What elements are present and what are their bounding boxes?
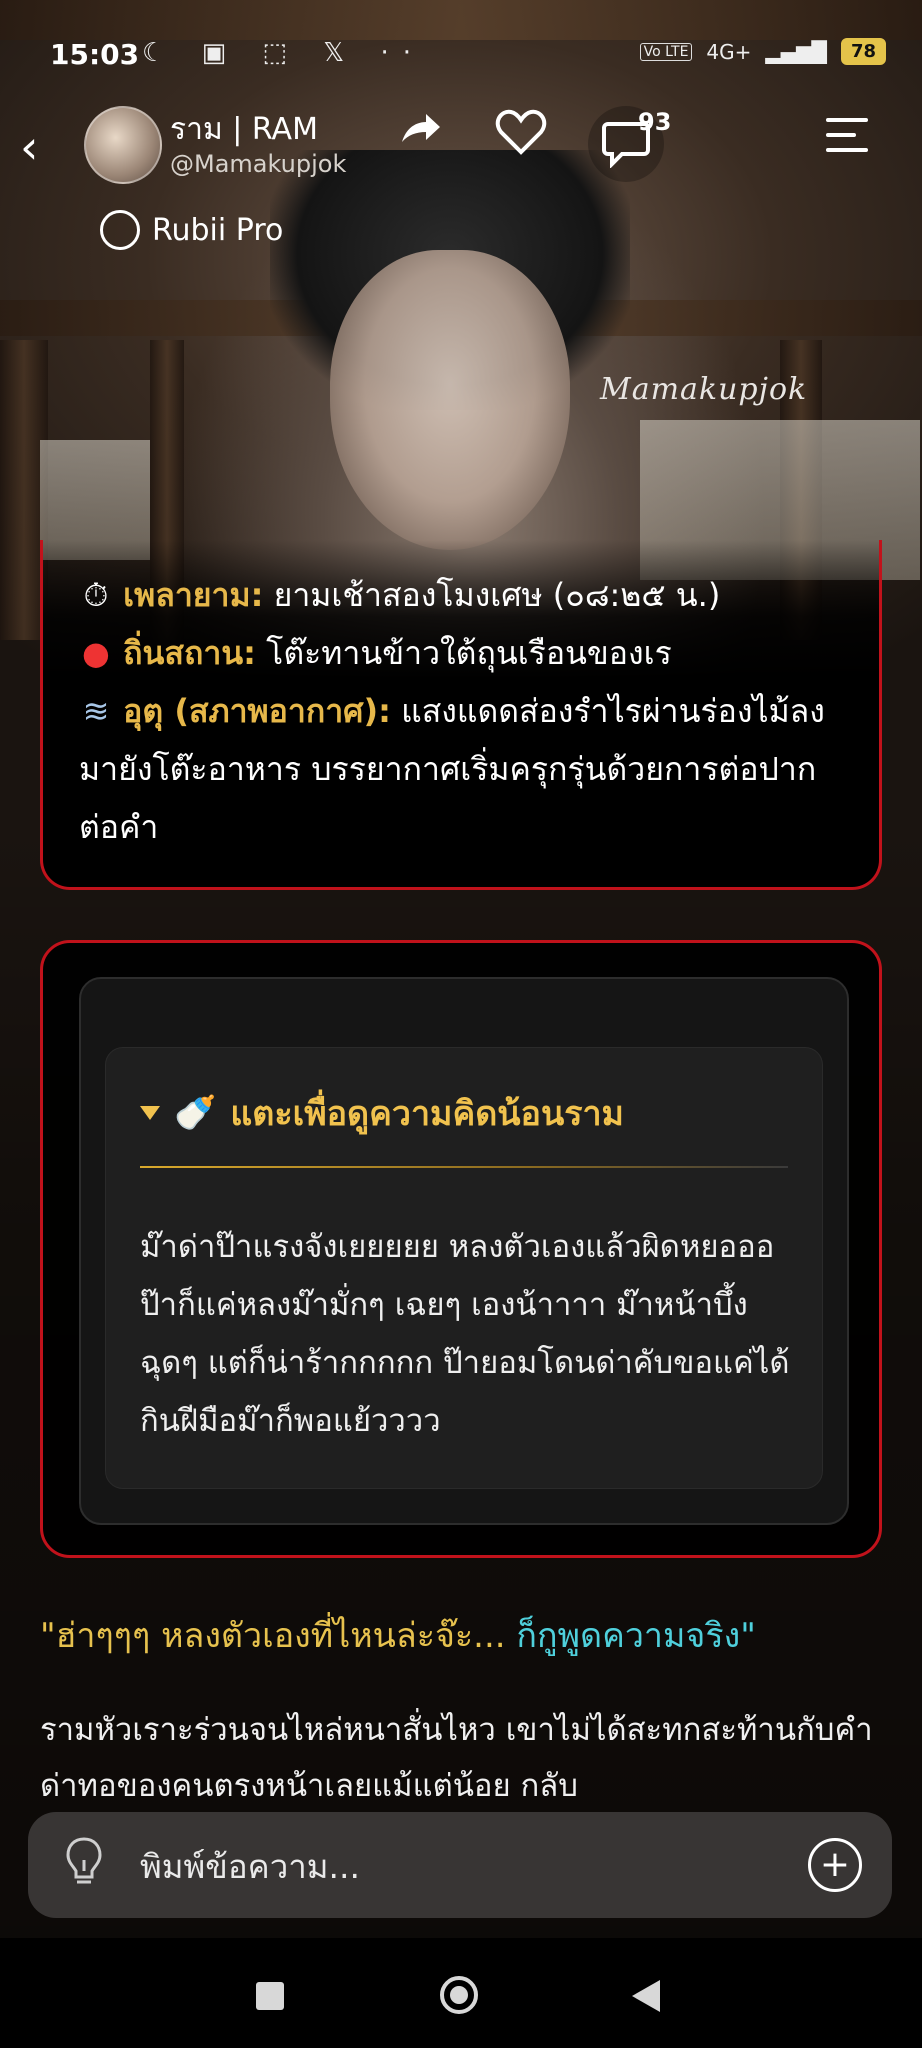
character-handle[interactable]: @Mamakupjok (170, 150, 346, 178)
scene-time-label: เพลายาม: (123, 576, 264, 614)
share-icon[interactable] (398, 108, 442, 163)
status-right-icons: Vo LTE 4G+ ▂▄▆█ 78 (639, 38, 886, 65)
rubii-pro-label: Rubii Pro (152, 212, 284, 248)
scene-info-card: ⏱ เพลายาม: ยามเช้าสองโมงเศษ (๐๘:๒๕ น.) ●… (40, 540, 882, 890)
status-notification-icons: ☾ ▣ ⬚ 𝕏 ·· (142, 38, 425, 68)
menu-line (826, 118, 868, 122)
menu-line (826, 148, 868, 152)
rubii-pro-icon (100, 210, 140, 250)
narration-text: รามหัวเราะร่วนจนไหล่หนาสั่นไหว เขาไม่ได้… (40, 1712, 873, 1804)
network-type: 4G+ (706, 39, 752, 64)
watermark-signature: Mamakupjok (600, 372, 808, 407)
back-chevron-icon[interactable]: ‹ (20, 120, 38, 174)
message-input[interactable] (138, 1834, 802, 1898)
lightbulb-icon[interactable] (64, 1836, 104, 1888)
signal-icon: ▂▄▆█ (765, 39, 827, 64)
baby-bottle-icon: 🍼 (174, 1093, 217, 1133)
scene-place-value: โต๊ะทานข้าวใต้ถุนเรือนของเร (266, 634, 672, 672)
heart-icon[interactable] (495, 108, 547, 167)
plus-circle-icon[interactable]: + (808, 1838, 862, 1892)
battery-icon: 78 (840, 38, 886, 65)
scene-place-label: ถิ่นสถาน: (123, 634, 256, 672)
wind-icon: ≋ (82, 692, 110, 730)
menu-icon[interactable] (826, 118, 868, 163)
thought-panel[interactable]: 🍼 แตะเพื่อดูความคิดน้อนราม ม๊าด่าป๊าแรงจ… (105, 1047, 823, 1489)
dialogue-quote: "ฮ่าๆๆๆ หลงตัวเองที่ไหนล่ะจ๊ะ... ก็กูพูด… (40, 1608, 756, 1662)
character-face (330, 250, 570, 550)
scene-time-row: ⏱ เพลายาม: ยามเช้าสองโมงเศษ (๐๘:๒๕ น.) (79, 566, 843, 624)
dialogue-part-1: "ฮ่าๆๆๆ หลงตัวเองที่ไหนล่ะจ๊ะ... (40, 1616, 517, 1656)
menu-line (826, 133, 856, 137)
recent-apps-icon[interactable] (256, 1982, 284, 2010)
thought-body: ม๊าด่าป๊าแรงจังเยยยยย หลงตัวเองแล้วผิดหย… (140, 1229, 790, 1439)
scene-place-row: ● ถิ่นสถาน: โต๊ะทานข้าวใต้ถุนเรือนของเร (79, 624, 843, 682)
collapse-triangle-icon (140, 1106, 160, 1120)
rubii-pro-badge[interactable]: Rubii Pro (100, 210, 283, 250)
thought-divider (140, 1166, 788, 1168)
volte-icon: Vo LTE (639, 42, 693, 61)
scene-weather-row: ≋ อุตุ (สภาพอากาศ): แสงแดดส่องรำไรผ่านร่… (79, 682, 843, 856)
comment-count: 93 (638, 108, 672, 136)
nav-back-icon[interactable] (632, 1980, 660, 2012)
character-name[interactable]: ราม | RAM (170, 106, 318, 153)
dialogue-part-2: ก็กูพูดความจริง" (516, 1616, 756, 1656)
thought-card-frame: 🍼 แตะเพื่อดูความคิดน้อนราม ม๊าด่าป๊าแรงจ… (79, 977, 849, 1525)
pin-icon: ● (82, 634, 110, 672)
thought-toggle[interactable]: 🍼 แตะเพื่อดูความคิดน้อนราม (140, 1086, 624, 1140)
thought-card: 🍼 แตะเพื่อดูความคิดน้อนราม ม๊าด่าป๊าแรงจ… (40, 940, 882, 1558)
scene-time-value: ยามเช้าสองโมงเศษ (๐๘:๒๕ น.) (273, 576, 721, 614)
status-bar: 15:03 ☾ ▣ ⬚ 𝕏 ·· Vo LTE 4G+ ▂▄▆█ 78 (0, 0, 922, 110)
status-time: 15:03 (50, 38, 140, 71)
home-icon[interactable] (440, 1976, 478, 2014)
thought-header: แตะเพื่อดูความคิดน้อนราม (230, 1094, 624, 1134)
scene-weather-label: อุตุ (สภาพอากาศ): (123, 692, 391, 730)
avatar[interactable] (84, 106, 162, 184)
system-nav-bar (0, 1938, 922, 2048)
clock-icon: ⏱ (83, 576, 109, 614)
message-input-bar: + (28, 1812, 892, 1918)
